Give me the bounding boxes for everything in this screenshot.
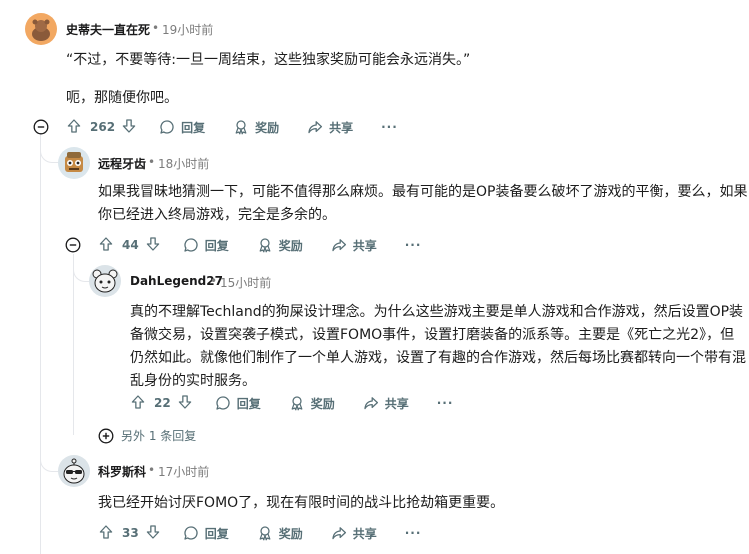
downvote-button[interactable] — [177, 394, 193, 413]
award-icon — [235, 120, 247, 135]
collapse-thread-icon[interactable] — [65, 237, 81, 253]
award-label: 奖励 — [278, 526, 303, 541]
share-icon — [332, 239, 346, 252]
more-options-button[interactable]: ··· — [381, 120, 398, 134]
reply-label: 回复 — [204, 526, 229, 541]
more-replies-label: 另外 1 条回复 — [121, 429, 197, 443]
vote-count: 33 — [122, 526, 139, 540]
more-options-button[interactable]: ··· — [437, 396, 454, 410]
award-button[interactable]: 奖励 — [257, 237, 303, 254]
avatar[interactable] — [58, 147, 90, 179]
more-options-button[interactable]: ··· — [405, 526, 422, 540]
share-icon — [308, 121, 323, 134]
comment-text: 呃，那随便你吧。 — [66, 90, 178, 106]
downvote-icon — [178, 394, 191, 409]
share-icon — [364, 397, 378, 410]
avatar[interactable] — [89, 265, 121, 297]
comment-username[interactable]: 远程牙齿 — [98, 155, 146, 172]
separator-dot: • — [148, 463, 156, 477]
reply-label: 回复 — [236, 396, 261, 411]
downvote-button[interactable] — [145, 524, 161, 543]
reply-label: 回复 — [204, 238, 229, 253]
upvote-button[interactable] — [66, 118, 82, 137]
chat-bubble-icon — [216, 396, 230, 410]
chat-bubble-icon — [160, 120, 174, 134]
separator-dot: • — [210, 274, 218, 288]
share-label: 共享 — [352, 526, 377, 541]
downvote-icon — [122, 118, 136, 133]
separator-dot: • — [152, 21, 160, 35]
upvote-button[interactable] — [98, 236, 114, 255]
upvote-icon — [67, 118, 81, 133]
chat-bubble-icon — [184, 238, 198, 252]
vote-count: 44 — [122, 238, 139, 252]
comment-username[interactable]: 科罗斯科 — [98, 463, 146, 480]
comment-username[interactable]: DahLegend27 — [130, 274, 223, 288]
thread-line — [40, 140, 41, 554]
award-icon — [291, 396, 303, 411]
comment-actions: 44 回复 奖励 共享 ··· — [98, 233, 421, 257]
avatar[interactable] — [25, 13, 57, 45]
comment-actions: 33 回复 奖励 共享 ··· — [98, 521, 421, 545]
reply-button[interactable]: 回复 — [183, 525, 229, 542]
share-button[interactable]: 共享 — [363, 395, 409, 412]
share-button[interactable]: 共享 — [331, 525, 377, 542]
reply-button[interactable]: 回复 — [215, 395, 261, 412]
comment-text: 如果我冒昧地猜测一下，可能不值得那么麻烦。最有可能的是OP装备要么破坏了游戏的平… — [98, 184, 748, 223]
share-icon — [332, 527, 346, 540]
separator-dot: • — [148, 155, 156, 169]
award-button[interactable]: 奖励 — [257, 525, 303, 542]
share-label: 共享 — [329, 120, 354, 135]
comment-actions: 262 回复 奖励 共享 ··· — [66, 115, 398, 139]
upvote-icon — [99, 236, 113, 251]
share-button[interactable]: 共享 — [331, 237, 377, 254]
reply-button[interactable]: 回复 — [183, 237, 229, 254]
share-label: 共享 — [384, 396, 409, 411]
award-icon — [259, 526, 271, 541]
award-label: 奖励 — [255, 120, 280, 135]
vote-count: 262 — [90, 120, 116, 134]
comment-actions: 22 回复 奖励 共享 ··· — [130, 391, 453, 415]
more-options-button[interactable]: ··· — [405, 238, 422, 252]
vote-count: 22 — [154, 396, 171, 410]
comment-text: 真的不理解Techland的狗屎设计理念。为什么这些游戏主要是单人游戏和合作游戏… — [130, 304, 746, 389]
upvote-button[interactable] — [98, 524, 114, 543]
award-button[interactable]: 奖励 — [233, 119, 279, 136]
upvote-icon — [131, 394, 145, 409]
collapse-thread-icon[interactable] — [33, 119, 49, 135]
comment-timestamp: 18小时前 — [158, 157, 210, 171]
comment-text: 我已经开始讨厌FOMO了，现在有限时间的战斗比抢劫箱更重要。 — [98, 495, 505, 511]
reply-label: 回复 — [181, 120, 206, 135]
comment-username[interactable]: 史蒂夫一直在死 — [66, 21, 150, 38]
downvote-icon — [146, 236, 159, 251]
comment-timestamp: 19小时前 — [162, 23, 214, 37]
upvote-icon — [99, 524, 113, 539]
downvote-button[interactable] — [121, 118, 137, 137]
share-button[interactable]: 共享 — [307, 119, 353, 136]
reply-button[interactable]: 回复 — [159, 119, 205, 136]
chat-bubble-icon — [184, 526, 198, 540]
upvote-button[interactable] — [130, 394, 146, 413]
downvote-button[interactable] — [145, 236, 161, 255]
award-icon — [259, 238, 271, 253]
award-label: 奖励 — [278, 238, 303, 253]
avatar[interactable] — [58, 455, 90, 487]
share-label: 共享 — [352, 238, 377, 253]
comment-timestamp: 17小时前 — [158, 465, 210, 479]
comment-text: “不过，不要等待:一旦一周结束，这些独家奖励可能会永远消失。” — [66, 52, 471, 68]
more-replies-button[interactable]: 另外 1 条回复 — [98, 427, 196, 444]
downvote-icon — [146, 524, 159, 539]
comment-timestamp: 15小时前 — [220, 276, 272, 290]
award-button[interactable]: 奖励 — [289, 395, 335, 412]
thread-line — [73, 260, 74, 435]
expand-plus-icon — [98, 428, 114, 443]
award-label: 奖励 — [310, 396, 335, 411]
